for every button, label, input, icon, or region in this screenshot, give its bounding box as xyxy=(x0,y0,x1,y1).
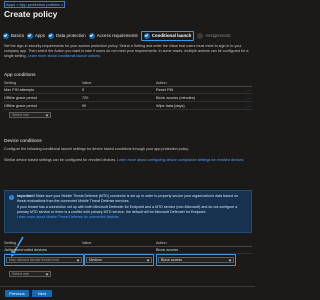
table-row: Offline grace period 720 Block access (m… xyxy=(4,95,252,102)
page-title: Create policy xyxy=(4,9,58,19)
more-options-icon[interactable]: ··· xyxy=(246,104,251,109)
threat-level-value-select[interactable]: Medium xyxy=(86,257,152,263)
device-conditions-enrolled-text: Similar device based settings can be con… xyxy=(4,158,245,162)
check-icon xyxy=(26,32,33,39)
step-number-icon xyxy=(197,32,204,39)
device-compliance-link[interactable]: Learn more about configuring device comp… xyxy=(117,158,244,162)
check-icon xyxy=(3,32,9,39)
device-conditions-text: Configure the following conditional laun… xyxy=(4,147,189,151)
chevron-down-icon xyxy=(146,258,150,261)
more-options-icon[interactable]: ··· xyxy=(246,88,251,93)
breadcrumb-path[interactable]: Apps > App protection policies > xyxy=(4,1,66,8)
threat-level-action-select[interactable]: Block access xyxy=(158,257,234,263)
device-setting-select[interactable]: Select one xyxy=(9,271,51,277)
table-row: Jailbroken/rooted devices Block access xyxy=(4,247,252,254)
intro-text: Set the sign-in security requirements fo… xyxy=(4,44,249,58)
breadcrumb: Apps > App protection policies > xyxy=(4,1,66,8)
app-conditions-title: App conditions xyxy=(4,73,36,78)
device-conditions-title: Device conditions xyxy=(4,139,42,144)
step-apps[interactable]: Apps xyxy=(26,32,45,39)
chevron-down-icon xyxy=(45,113,49,116)
app-setting-select[interactable]: Select one xyxy=(9,112,51,118)
mtd-info-banner: i Important! Make sure your Mobile Threa… xyxy=(4,190,252,233)
info-icon: i xyxy=(9,195,14,200)
step-data-protection[interactable]: Data protection xyxy=(47,32,86,39)
breadcrumb-apps[interactable]: Apps xyxy=(6,2,15,7)
step-basics[interactable]: Basics xyxy=(3,32,24,39)
check-icon xyxy=(143,32,150,39)
step-assignments[interactable]: Assignments xyxy=(197,32,230,39)
learn-more-link[interactable]: Learn more about conditional launch acti… xyxy=(28,54,101,58)
mtd-learn-more-link[interactable]: Learn more about Mobile Threat Defense f… xyxy=(17,215,247,220)
check-icon xyxy=(88,32,95,39)
chevron-down-icon xyxy=(228,258,232,261)
breadcrumb-app-protection[interactable]: App protection policies xyxy=(19,2,59,7)
previous-button[interactable]: Previous xyxy=(5,290,29,297)
threat-level-setting-select[interactable]: Max allowed device threat level xyxy=(6,257,82,263)
table-row: Offline grace period 90 Wipe data (days)… xyxy=(4,103,252,110)
next-button[interactable]: Next xyxy=(32,290,52,297)
table-row: Max PIN attempts 5 Reset PIN ··· xyxy=(4,87,252,94)
wizard-steps: Basics Apps Data protection Access requi… xyxy=(3,30,255,41)
more-options-icon[interactable]: ··· xyxy=(246,96,251,101)
step-access-requirements[interactable]: Access requirements xyxy=(88,32,138,39)
chevron-down-icon xyxy=(76,258,80,261)
chevron-down-icon xyxy=(45,272,49,275)
check-icon xyxy=(47,32,54,39)
step-conditional-launch[interactable]: Conditional launch xyxy=(140,30,195,41)
